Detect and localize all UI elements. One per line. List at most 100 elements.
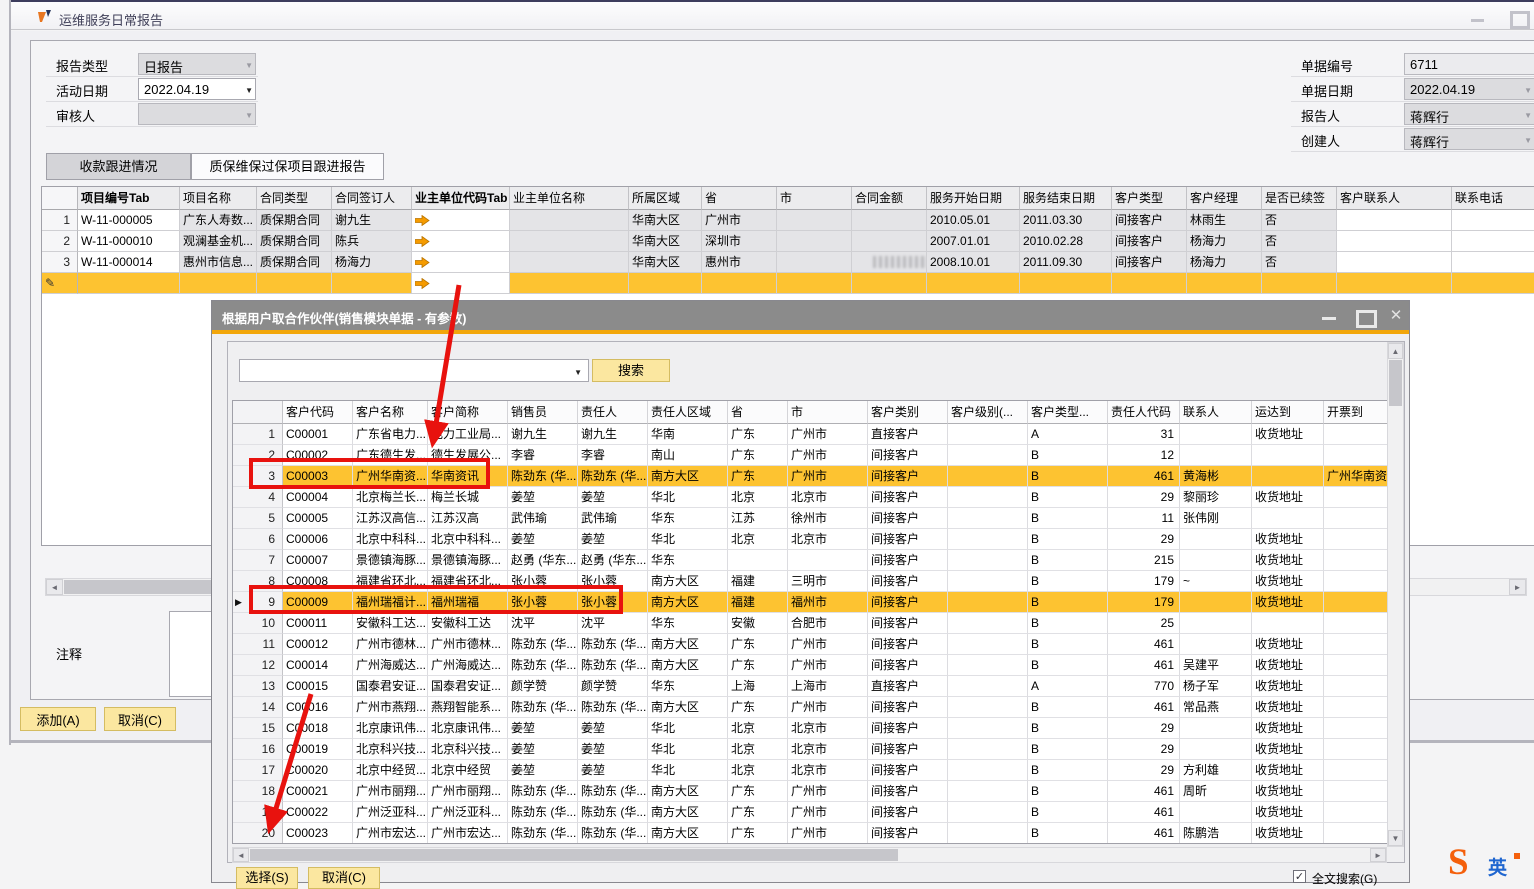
cell[interactable] — [510, 252, 629, 273]
cell[interactable]: 梅兰长城 — [428, 487, 508, 508]
cell[interactable]: 上海 — [728, 676, 788, 697]
cell[interactable]: 南方大区 — [648, 592, 728, 613]
search-button[interactable]: 搜索 — [592, 359, 670, 382]
cell[interactable] — [412, 210, 510, 231]
column-header[interactable]: 运达到 — [1252, 401, 1324, 424]
cell[interactable] — [927, 273, 1020, 294]
row-number-cell[interactable]: 9▶ — [233, 592, 283, 613]
cell[interactable]: 赵勇 (华东... — [578, 550, 648, 571]
cell[interactable] — [1324, 508, 1388, 529]
cell[interactable]: 间接客户 — [868, 529, 948, 550]
cell[interactable]: 广州市 — [788, 823, 868, 844]
cell[interactable]: 收货地址 — [1252, 739, 1324, 760]
cell[interactable] — [1324, 739, 1388, 760]
cell[interactable]: 收货地址 — [1252, 718, 1324, 739]
cell[interactable]: 广东 — [728, 634, 788, 655]
row-number-cell[interactable]: 6 — [233, 529, 283, 550]
cell[interactable]: 179 — [1108, 571, 1180, 592]
cell[interactable]: C00005 — [283, 508, 353, 529]
column-header[interactable]: 联系电话 — [1452, 187, 1534, 210]
column-header[interactable]: 客户级别(... — [948, 401, 1028, 424]
row-number-cell[interactable]: 18 — [233, 781, 283, 802]
column-header[interactable]: 业主单位名称 — [510, 187, 629, 210]
cell[interactable]: 29 — [1108, 718, 1180, 739]
cell[interactable]: 461 — [1108, 781, 1180, 802]
cell[interactable]: 广州市德林... — [353, 634, 428, 655]
cell[interactable] — [1180, 718, 1252, 739]
cell[interactable]: 29 — [1108, 739, 1180, 760]
cell[interactable]: 杨海力 — [1187, 231, 1262, 252]
table-row[interactable]: 8C00008福建省环北...福建省环北...张小蓉张小蓉南方大区福建三明市间接… — [233, 571, 1387, 592]
cell[interactable]: 南方大区 — [648, 571, 728, 592]
cell[interactable]: C00015 — [283, 676, 353, 697]
row-number-cell[interactable]: 7 — [233, 550, 283, 571]
column-header[interactable]: 项目编号Tab — [78, 187, 180, 210]
cell[interactable]: 29 — [1108, 487, 1180, 508]
cell[interactable] — [1324, 718, 1388, 739]
cell[interactable]: 31 — [1108, 424, 1180, 445]
cell[interactable]: 间接客户 — [868, 823, 948, 844]
table-row[interactable]: 13C00015国泰君安证...国泰君安证...颜学赞颜学赞华东上海上海市直接客… — [233, 676, 1387, 697]
cell[interactable]: 陈劲东 (华... — [508, 781, 578, 802]
table-row[interactable]: 20C00023广州市宏达...广州市宏达...陈劲东 (华...陈劲东 (华.… — [233, 823, 1387, 844]
column-header[interactable]: 合同签订人 — [332, 187, 412, 210]
cell[interactable]: 收货地址 — [1252, 550, 1324, 571]
cell[interactable]: 广州市丽翔... — [353, 781, 428, 802]
cell[interactable] — [1452, 231, 1534, 252]
cell[interactable] — [1180, 424, 1252, 445]
cell[interactable] — [948, 529, 1028, 550]
cell[interactable]: 收货地址 — [1252, 634, 1324, 655]
cell[interactable]: 国泰君安证... — [353, 676, 428, 697]
cell[interactable]: 2010.05.01 — [927, 210, 1020, 231]
field-单据编号[interactable]: 6711 — [1404, 53, 1534, 75]
cell[interactable]: 国泰君安证... — [428, 676, 508, 697]
cell[interactable]: 质保期合同 — [257, 210, 332, 231]
cell[interactable]: 华北 — [648, 487, 728, 508]
cell[interactable] — [1180, 592, 1252, 613]
cell[interactable]: 770 — [1108, 676, 1180, 697]
table-row[interactable]: 9▶C00009福州瑞福计...福州瑞福张小蓉张小蓉南方大区福建福州市间接客户B… — [233, 592, 1387, 613]
cell[interactable]: 陈劲东 (华... — [508, 634, 578, 655]
scroll-thumb[interactable] — [1389, 360, 1402, 406]
cell[interactable]: 否 — [1262, 252, 1337, 273]
cell[interactable] — [1180, 802, 1252, 823]
scroll-up-icon[interactable]: ▲ — [1388, 343, 1403, 359]
cell[interactable]: 29 — [1108, 760, 1180, 781]
cell[interactable]: 广州市 — [788, 445, 868, 466]
cell[interactable]: 黎丽珍 — [1180, 487, 1252, 508]
row-number-cell[interactable]: 14 — [233, 697, 283, 718]
cell[interactable]: 杨海力 — [1187, 252, 1262, 273]
cell[interactable]: 收货地址 — [1252, 529, 1324, 550]
cell[interactable]: 461 — [1108, 655, 1180, 676]
cell[interactable]: C00001 — [283, 424, 353, 445]
cell[interactable]: C00008 — [283, 571, 353, 592]
cell[interactable] — [1337, 210, 1452, 231]
column-header[interactable]: 客户简称 — [428, 401, 508, 424]
link-arrow-icon[interactable] — [415, 257, 430, 268]
cell[interactable] — [1452, 273, 1534, 294]
column-header[interactable]: 是否已续签 — [1262, 187, 1337, 210]
table-row[interactable]: 15C00018北京康讯伟...北京康讯伟...姜堃姜堃华北北京北京市间接客户B… — [233, 718, 1387, 739]
cell[interactable]: 间接客户 — [868, 487, 948, 508]
cell[interactable]: 福建省环北... — [428, 571, 508, 592]
cell[interactable] — [1324, 445, 1388, 466]
cell[interactable]: A — [1028, 424, 1108, 445]
column-header[interactable]: 项目名称 — [180, 187, 257, 210]
cell[interactable] — [948, 550, 1028, 571]
cell[interactable]: B — [1028, 487, 1108, 508]
cell[interactable]: 德生发展公... — [428, 445, 508, 466]
cell[interactable]: 沈平 — [508, 613, 578, 634]
cell[interactable]: 广州海威达... — [353, 655, 428, 676]
cell[interactable]: 间接客户 — [868, 739, 948, 760]
cell[interactable]: 福建 — [728, 592, 788, 613]
column-header[interactable]: 服务结束日期 — [1020, 187, 1112, 210]
cell[interactable]: 武伟瑜 — [508, 508, 578, 529]
cell[interactable]: 北京 — [728, 718, 788, 739]
column-header[interactable]: 客户经理 — [1187, 187, 1262, 210]
cell[interactable]: 深圳市 — [702, 231, 777, 252]
cell[interactable]: 广州市 — [702, 210, 777, 231]
cell[interactable]: 广东 — [728, 655, 788, 676]
cell[interactable]: 北京 — [728, 487, 788, 508]
cell[interactable]: 间接客户 — [868, 613, 948, 634]
cell[interactable]: 张小蓉 — [508, 592, 578, 613]
